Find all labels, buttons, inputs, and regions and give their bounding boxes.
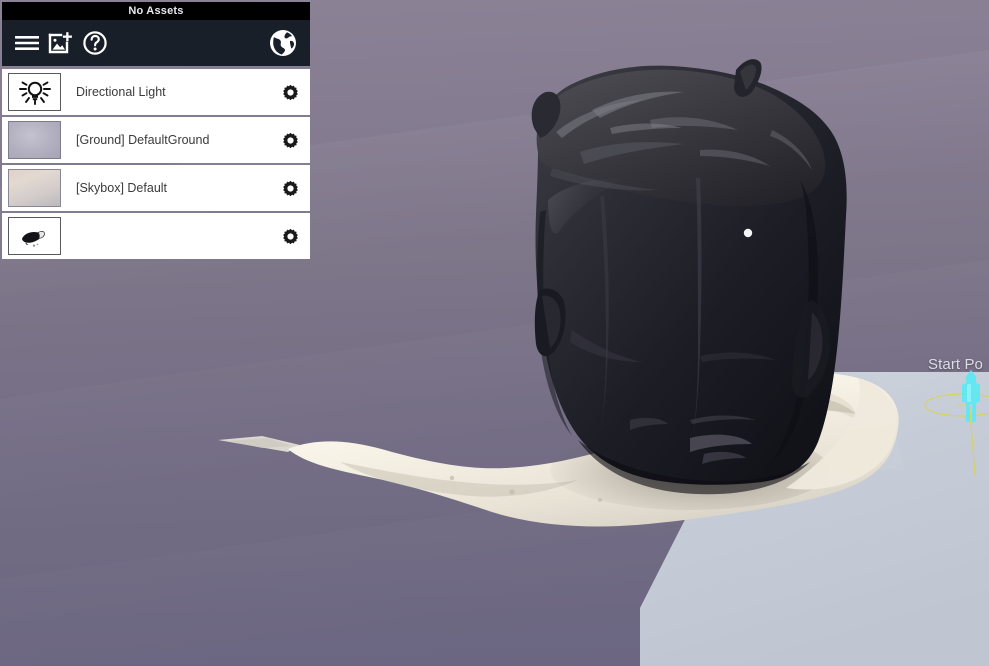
hamburger-menu-icon — [15, 36, 39, 50]
gear-icon — [282, 132, 298, 148]
add-image-icon — [48, 32, 72, 54]
asset-row-backpack-model[interactable] — [2, 213, 310, 259]
assets-panel: No Assets Directional Light [Ground] Def… — [2, 2, 310, 261]
backpack-model-thumbnail — [8, 217, 61, 255]
ground-texture-thumbnail — [8, 121, 61, 159]
skybox-texture-thumbnail — [8, 169, 61, 207]
globe-icon — [270, 30, 296, 56]
asset-label: Directional Light — [76, 85, 166, 99]
panel-titlebar: No Assets — [2, 2, 310, 20]
asset-row-directional-light[interactable]: Directional Light — [2, 69, 310, 115]
asset-list: Directional Light [Ground] DefaultGround — [2, 69, 310, 259]
directional-light-thumbnail — [8, 73, 61, 111]
start-position-marker-icon — [924, 370, 989, 476]
start-position-gizmo[interactable]: Start Po — [895, 350, 989, 480]
sky-gradient-band — [0, 414, 989, 666]
panel-toolbar — [2, 20, 310, 66]
asset-settings-button[interactable] — [280, 226, 300, 246]
sky-gradient-band — [0, 234, 989, 546]
asset-settings-button[interactable] — [280, 130, 300, 150]
asset-row-default-ground[interactable]: [Ground] DefaultGround — [2, 117, 310, 163]
gear-icon — [282, 84, 298, 100]
help-circle-icon — [83, 31, 107, 55]
asset-settings-button[interactable] — [280, 82, 300, 102]
asset-label: [Skybox] Default — [76, 181, 168, 195]
start-position-label: Start Po — [928, 356, 983, 373]
panel-title-text: No Assets — [128, 5, 184, 17]
gear-icon — [282, 180, 298, 196]
backpack-model-icon — [21, 231, 45, 247]
hamburger-menu-button[interactable] — [10, 26, 44, 60]
app-root: Start Po No Assets Directional Light [Gr… — [0, 0, 989, 666]
asset-label: [Ground] DefaultGround — [76, 133, 210, 147]
add-image-button[interactable] — [44, 26, 78, 60]
globe-button[interactable] — [266, 26, 300, 60]
directional-light-icon — [18, 81, 51, 105]
asset-settings-button[interactable] — [280, 178, 300, 198]
asset-row-default-skybox[interactable]: [Skybox] Default — [2, 165, 310, 211]
help-button[interactable] — [78, 26, 112, 60]
gear-icon — [282, 228, 298, 244]
